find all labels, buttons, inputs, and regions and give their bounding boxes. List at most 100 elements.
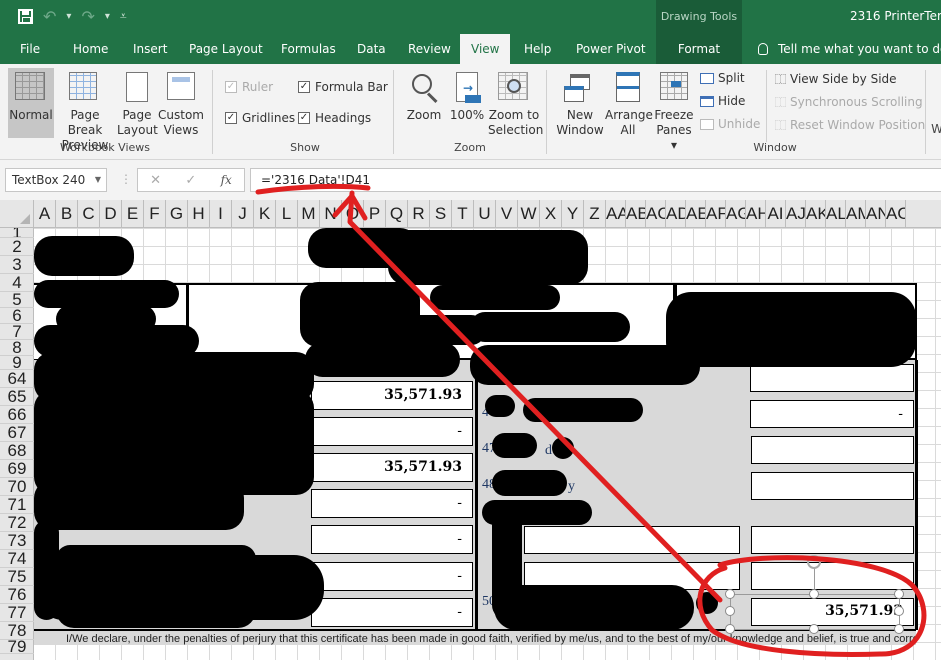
gridlines-checkbox[interactable]: ✓ Gridlines	[225, 111, 295, 125]
cancel-icon[interactable]: ✕	[150, 173, 161, 188]
row-header[interactable]: 3	[0, 256, 34, 274]
row-header[interactable]: 75	[0, 568, 34, 586]
resize-handle[interactable]	[725, 589, 735, 599]
column-header[interactable]: J	[232, 200, 254, 227]
view-side-by-side-button[interactable]: ⿰ View Side by Side	[775, 71, 897, 87]
row-header[interactable]: 6	[0, 308, 34, 324]
tell-me-search[interactable]: Tell me what you want to do	[758, 34, 941, 64]
tab-format[interactable]: Format	[656, 34, 742, 64]
column-header[interactable]: H	[188, 200, 210, 227]
column-header[interactable]: S	[430, 200, 452, 227]
tab-insert[interactable]: Insert	[133, 34, 167, 64]
undo-dropdown-icon[interactable]: ▾	[66, 11, 71, 22]
rotate-handle-icon[interactable]	[807, 555, 821, 569]
row-header[interactable]: 79	[0, 640, 34, 654]
row-header[interactable]: 66	[0, 406, 34, 424]
resize-handle[interactable]	[725, 606, 735, 616]
column-header[interactable]: A	[34, 200, 56, 227]
row-header[interactable]: 69	[0, 460, 34, 478]
column-header[interactable]: E	[122, 200, 144, 227]
enter-icon[interactable]: ✓	[185, 173, 196, 188]
ruler-checkbox[interactable]: ✓ Ruler	[225, 80, 273, 94]
resize-handle[interactable]	[725, 624, 735, 634]
column-header[interactable]: M	[298, 200, 320, 227]
column-header[interactable]: K	[254, 200, 276, 227]
row-header[interactable]: 71	[0, 496, 34, 514]
column-header[interactable]: F	[144, 200, 166, 227]
row-header[interactable]: 5	[0, 292, 34, 308]
right-field-5[interactable]	[751, 526, 914, 554]
row-header[interactable]: 67	[0, 424, 34, 442]
row-header[interactable]: 64	[0, 370, 34, 388]
column-header[interactable]: AE	[686, 200, 706, 227]
column-header[interactable]: Z	[584, 200, 606, 227]
column-header[interactable]: AK	[806, 200, 826, 227]
save-icon[interactable]	[18, 9, 33, 24]
right-field-1[interactable]	[750, 364, 914, 392]
normal-view-button[interactable]: Normal	[8, 68, 54, 138]
name-box-dropdown-icon[interactable]: ▼	[95, 169, 101, 191]
zoom-to-selection-button[interactable]: Zoom to Selection	[488, 68, 543, 138]
left-field-5[interactable]: -	[311, 525, 473, 554]
column-header[interactable]: AH	[746, 200, 766, 227]
column-header[interactable]: B	[56, 200, 78, 227]
tab-view[interactable]: View	[460, 34, 511, 64]
tab-page-layout[interactable]: Page Layout	[189, 34, 263, 64]
column-header[interactable]: AN	[866, 200, 886, 227]
resize-handle[interactable]	[809, 589, 819, 599]
redo-icon[interactable]: ↷	[81, 7, 94, 26]
insert-function-icon[interactable]: fx	[221, 173, 232, 187]
column-header[interactable]: D	[100, 200, 122, 227]
column-header[interactable]: Q	[386, 200, 408, 227]
row-header[interactable]: 9	[0, 356, 34, 370]
left-field-7[interactable]: -	[311, 598, 473, 627]
left-field-6[interactable]: -	[311, 562, 473, 591]
row-header[interactable]: 77	[0, 604, 34, 622]
select-all-button[interactable]	[0, 200, 34, 227]
column-header[interactable]: G	[166, 200, 188, 227]
right-field-4[interactable]	[751, 472, 914, 500]
arrange-all-button[interactable]: Arrange All	[605, 68, 653, 138]
column-header[interactable]: AL	[826, 200, 846, 227]
page-layout-view-button[interactable]: Page Layout	[117, 68, 158, 138]
column-header[interactable]: T	[452, 200, 474, 227]
row-header[interactable]: 4	[0, 274, 34, 292]
row-header[interactable]: 76	[0, 586, 34, 604]
freeze-panes-button[interactable]: Freeze Panes ▾	[652, 68, 696, 153]
left-field-4[interactable]: -	[311, 489, 473, 518]
column-header[interactable]: P	[364, 200, 386, 227]
left-field-2[interactable]: -	[311, 417, 473, 446]
tab-power-pivot[interactable]: Power Pivot	[576, 34, 646, 64]
split-button[interactable]: Split	[700, 71, 745, 85]
formula-input[interactable]: ='2316 Data'!D41	[250, 168, 941, 192]
column-header[interactable]: AJ	[786, 200, 806, 227]
headings-checkbox[interactable]: ✓ Headings	[298, 111, 371, 125]
tab-formulas[interactable]: Formulas	[281, 34, 336, 64]
new-window-button[interactable]: New Window	[556, 68, 604, 138]
unhide-button[interactable]: Unhide	[700, 117, 760, 131]
left-field-3[interactable]: 35,571.93	[311, 453, 473, 482]
mid-field-1[interactable]	[524, 526, 740, 554]
column-header[interactable]: O	[342, 200, 364, 227]
row-header[interactable]: 73	[0, 532, 34, 550]
hide-button[interactable]: Hide	[700, 94, 745, 108]
column-header[interactable]: X	[540, 200, 562, 227]
zoom-button[interactable]: Zoom	[404, 68, 444, 123]
column-header[interactable]: AC	[646, 200, 666, 227]
row-header[interactable]: 72	[0, 514, 34, 532]
column-header[interactable]: AI	[766, 200, 786, 227]
tab-file[interactable]: File	[20, 34, 40, 64]
column-header[interactable]: L	[276, 200, 298, 227]
reset-window-position-button[interactable]: ⿰ Reset Window Position	[775, 117, 925, 133]
column-header[interactable]: AD	[666, 200, 686, 227]
column-header[interactable]: U	[474, 200, 496, 227]
column-header[interactable]: W	[518, 200, 540, 227]
customize-qat-icon[interactable]: ⩡	[120, 9, 127, 24]
row-header[interactable]: 78	[0, 622, 34, 640]
tab-review[interactable]: Review	[408, 34, 451, 64]
row-header[interactable]: 7	[0, 324, 34, 340]
resize-handle[interactable]	[894, 624, 904, 634]
column-header[interactable]: AM	[846, 200, 866, 227]
column-header[interactable]: AA	[606, 200, 626, 227]
synchronous-scrolling-button[interactable]: ⿰ Synchronous Scrolling	[775, 94, 923, 110]
